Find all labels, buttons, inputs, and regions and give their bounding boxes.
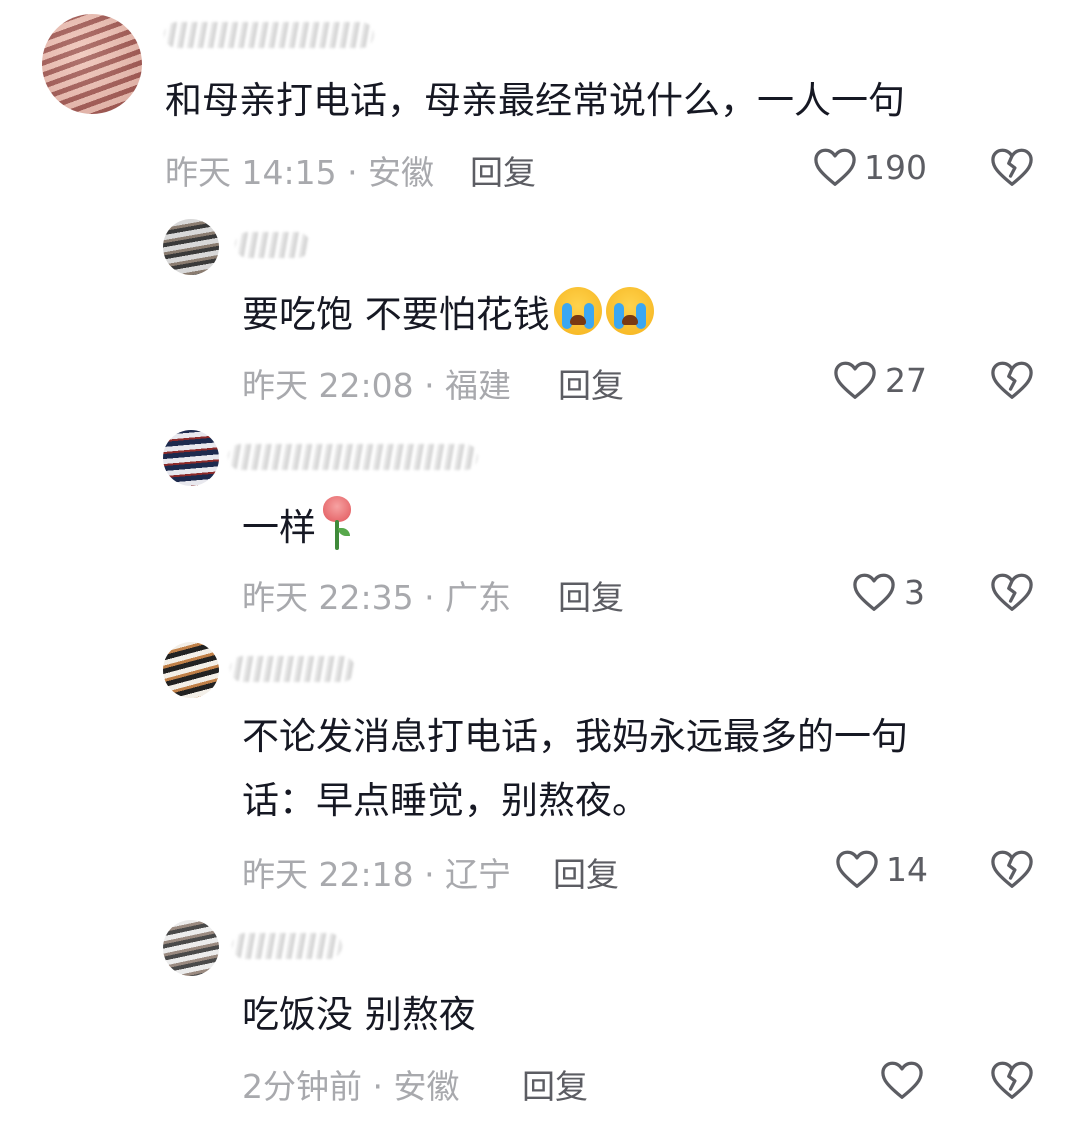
avatar[interactable] [163,642,219,698]
broken-heart-icon[interactable] [990,849,1034,889]
heart-outline-icon[interactable] [813,147,857,187]
like-count: 190 [864,148,927,187]
comment-text-line2: 话：早点睡觉，别熬夜。 [242,779,649,822]
reply-button[interactable]: 回复 [522,1060,588,1108]
avatar[interactable] [42,14,142,114]
broken-heart-icon[interactable] [990,1060,1034,1100]
loudly-crying-face-icon [553,287,602,335]
comment-meta: 昨天 22:18 · 辽宁 [242,855,512,894]
like-count: 27 [885,361,927,400]
comment-meta: 昨天 22:35 · 广东 [242,578,512,617]
reply-button[interactable]: 回复 [470,146,536,194]
heart-outline-icon[interactable] [835,849,879,889]
avatar[interactable] [163,219,219,275]
heart-outline-icon[interactable] [852,572,896,612]
broken-heart-icon[interactable] [990,147,1034,187]
broken-heart-icon[interactable] [990,360,1034,400]
username-blurred[interactable] [235,232,310,258]
username-blurred[interactable] [228,444,478,470]
comment-text: 和母亲打电话，母亲最经常说什么，一人一句 [165,79,905,122]
rose-icon [320,496,354,550]
comment-meta: 昨天 14:15 · 安徽 [165,153,435,192]
comment-text: 吃饭没 别熬夜 [242,993,476,1036]
heart-outline-icon[interactable] [833,360,877,400]
reply-button[interactable]: 回复 [558,571,624,619]
broken-heart-icon[interactable] [990,572,1034,612]
comment-text: 要吃饱 不要怕花钱 [242,284,654,346]
username-blurred[interactable] [164,22,374,48]
comment-text-line1: 不论发消息打电话，我妈永远最多的一句 [242,715,908,758]
username-blurred[interactable] [232,933,342,959]
comment-meta: 昨天 22:08 · 福建 [242,366,512,405]
comment-meta: 2分钟前 · 安徽 [242,1067,460,1106]
like-count: 14 [886,850,928,889]
loudly-crying-face-icon [605,287,654,335]
heart-outline-icon[interactable] [880,1060,924,1100]
comment-text: 一样 [242,496,354,559]
avatar[interactable] [163,430,219,486]
avatar[interactable] [163,920,219,976]
like-count: 3 [904,573,925,612]
reply-button[interactable]: 回复 [558,359,624,407]
username-blurred[interactable] [230,656,355,682]
reply-button[interactable]: 回复 [553,848,619,896]
